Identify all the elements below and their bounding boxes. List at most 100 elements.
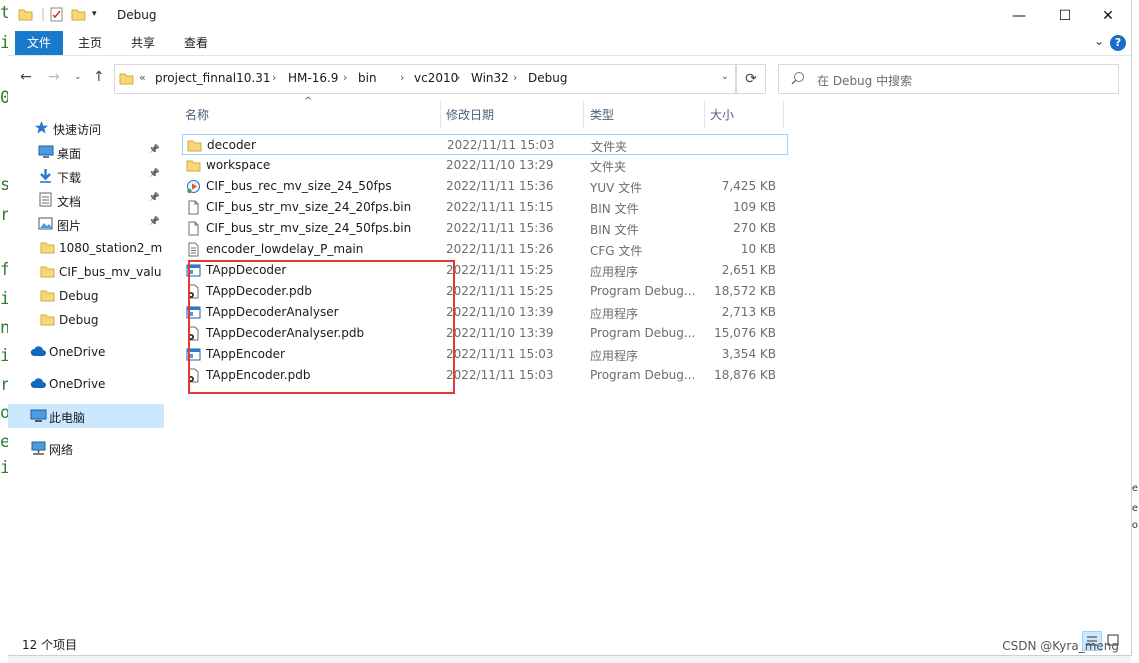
- download-icon: [38, 168, 53, 186]
- title-bar: ▾ Debug — ☐ ✕: [8, 0, 1131, 31]
- chevron-down-icon[interactable]: ⌄: [721, 71, 729, 82]
- search-box[interactable]: 在 Debug 中搜索: [778, 64, 1119, 94]
- file-row[interactable]: CIF_bus_str_mv_size_24_20fps.bin 2022/11/…: [182, 197, 788, 218]
- nav-item-pictures[interactable]: 图片 📌: [8, 212, 164, 236]
- file-row[interactable]: encoder_lowdelay_P_main 2022/11/11 15:26 C…: [182, 239, 788, 260]
- nav-item-recent-folder-2[interactable]: CIF_bus_mv_value: [8, 260, 164, 284]
- folder-icon: [119, 71, 134, 89]
- navigation-bar: ← → ⌄ ↑ « project_finnal10.31 › HM-16.9 › bi…: [8, 62, 1131, 94]
- column-header-date[interactable]: 修改日期: [446, 103, 494, 127]
- background-editor-char: 0: [0, 88, 11, 108]
- nav-item-label: 1080_station2_mv_: [59, 241, 162, 255]
- network-icon: [30, 440, 47, 458]
- file-date: 2022/11/11 15:03: [446, 368, 554, 382]
- minimize-button[interactable]: —: [996, 0, 1042, 31]
- refresh-button[interactable]: ⟳: [736, 64, 766, 94]
- search-placeholder: 在 Debug 中搜索: [817, 74, 913, 88]
- tab-file[interactable]: 文件: [15, 31, 63, 55]
- nav-item-network[interactable]: 网络: [8, 436, 164, 460]
- pin-icon[interactable]: 📌: [149, 169, 160, 179]
- column-divider[interactable]: [583, 100, 584, 128]
- star-icon: [34, 120, 49, 138]
- file-row[interactable]: CIF_bus_str_mv_size_24_50fps.bin 2022/11/…: [182, 218, 788, 239]
- nav-item-recent-folder-3[interactable]: Debug: [8, 284, 164, 308]
- column-header-size[interactable]: 大小: [710, 103, 734, 127]
- nav-item-label: 图片: [57, 219, 82, 233]
- file-row[interactable]: decoder 2022/11/11 15:03 文件夹: [182, 134, 788, 155]
- forward-arrow-icon[interactable]: →: [48, 69, 60, 85]
- nav-item-label: 此电脑: [49, 411, 86, 425]
- file-row[interactable]: workspace 2022/11/10 13:29 文件夹: [182, 155, 788, 176]
- breadcrumb-separator-icon[interactable]: ›: [456, 71, 460, 84]
- breadcrumb-item[interactable]: Win32: [471, 71, 509, 85]
- background-editor-char: r: [0, 375, 11, 395]
- nav-item-label: 网络: [49, 443, 74, 457]
- nav-item-this-pc[interactable]: 此电脑: [8, 404, 164, 428]
- tab-home[interactable]: 主页: [78, 31, 102, 55]
- nav-item-label: OneDrive: [49, 345, 106, 359]
- cloud-icon: [30, 344, 47, 362]
- nav-item-recent-folder-4[interactable]: Debug: [8, 308, 164, 332]
- column-header-type[interactable]: 类型: [590, 103, 614, 127]
- file-type: BIN 文件: [590, 202, 639, 216]
- file-size: 2,713 KB: [721, 305, 776, 319]
- chevron-down-icon[interactable]: ⌄: [1094, 34, 1104, 48]
- file-name: workspace: [206, 158, 271, 172]
- up-arrow-icon[interactable]: ↑: [93, 69, 105, 85]
- nav-item-downloads[interactable]: 下载 📌: [8, 164, 164, 188]
- breadcrumb-separator-icon[interactable]: ›: [400, 71, 404, 84]
- nav-item-onedrive-2[interactable]: OneDrive: [8, 372, 164, 396]
- breadcrumb-item[interactable]: Debug: [528, 71, 567, 85]
- recent-locations-icon[interactable]: ⌄: [74, 72, 82, 82]
- file-date: 2022/11/10 13:39: [446, 305, 554, 319]
- file-size: 109 KB: [733, 200, 776, 214]
- file-date: 2022/11/10 13:29: [446, 158, 554, 172]
- nav-item-onedrive-1[interactable]: OneDrive: [8, 340, 164, 364]
- pin-icon[interactable]: 📌: [149, 145, 160, 155]
- close-button[interactable]: ✕: [1085, 0, 1131, 31]
- help-icon[interactable]: ?: [1110, 35, 1126, 51]
- quick-access-dropdown-icon[interactable]: ▾: [92, 9, 97, 19]
- file-icon: [186, 200, 201, 215]
- file-date: 2022/11/11 15:36: [446, 221, 554, 235]
- file-size: 3,354 KB: [721, 347, 776, 361]
- nav-item-label: 文档: [57, 195, 82, 209]
- nav-item-documents[interactable]: 文档 📌: [8, 188, 164, 212]
- breadcrumb-separator-icon[interactable]: ›: [513, 71, 517, 84]
- nav-item-desktop[interactable]: 桌面 📌: [8, 140, 164, 164]
- computer-icon: [30, 408, 47, 426]
- background-editor-char: s: [0, 175, 11, 195]
- maximize-button[interactable]: ☐: [1042, 0, 1088, 31]
- properties-icon[interactable]: [49, 7, 64, 25]
- file-size: 7,425 KB: [721, 179, 776, 193]
- address-bar[interactable]: « project_finnal10.31 › HM-16.9 › bin › vc2010…: [114, 64, 736, 94]
- column-divider[interactable]: [783, 100, 784, 128]
- breadcrumb-item[interactable]: bin: [358, 71, 377, 85]
- column-divider[interactable]: [440, 100, 441, 128]
- pin-icon[interactable]: 📌: [149, 217, 160, 227]
- overflow-icon[interactable]: «: [139, 71, 146, 84]
- tab-view[interactable]: 查看: [184, 31, 208, 55]
- tab-share[interactable]: 共享: [131, 31, 155, 55]
- file-row[interactable]: CIF_bus_rec_mv_size_24_50fps 2022/11/11 1…: [182, 176, 788, 197]
- folder-icon: [40, 240, 55, 258]
- file-explorer-window: ▾ Debug — ☐ ✕ 文件 主页 共享 查看 ⌄ ? ← → ⌄ ↑ « …: [8, 0, 1132, 656]
- breadcrumb-item[interactable]: vc2010: [414, 71, 458, 85]
- back-arrow-icon[interactable]: ←: [20, 69, 32, 85]
- file-type: Program Debug...: [590, 326, 696, 340]
- nav-item-quick-access[interactable]: 快速访问: [8, 116, 164, 140]
- nav-item-label: OneDrive: [49, 377, 106, 391]
- background-editor-char: i: [0, 33, 11, 53]
- breadcrumb-item[interactable]: project_finnal10.31: [155, 71, 270, 85]
- new-folder-icon[interactable]: [71, 7, 86, 25]
- nav-item-recent-folder-1[interactable]: 1080_station2_mv_: [8, 236, 164, 260]
- folder-icon: [40, 264, 55, 282]
- pin-icon[interactable]: 📌: [149, 193, 160, 203]
- file-icon: [186, 221, 201, 236]
- breadcrumb-item[interactable]: HM-16.9: [288, 71, 338, 85]
- background-editor-char: n: [0, 318, 11, 338]
- breadcrumb-separator-icon[interactable]: ›: [343, 71, 347, 84]
- column-header-name[interactable]: 名称: [185, 103, 209, 127]
- breadcrumb-separator-icon[interactable]: ›: [272, 71, 276, 84]
- column-divider[interactable]: [704, 100, 705, 128]
